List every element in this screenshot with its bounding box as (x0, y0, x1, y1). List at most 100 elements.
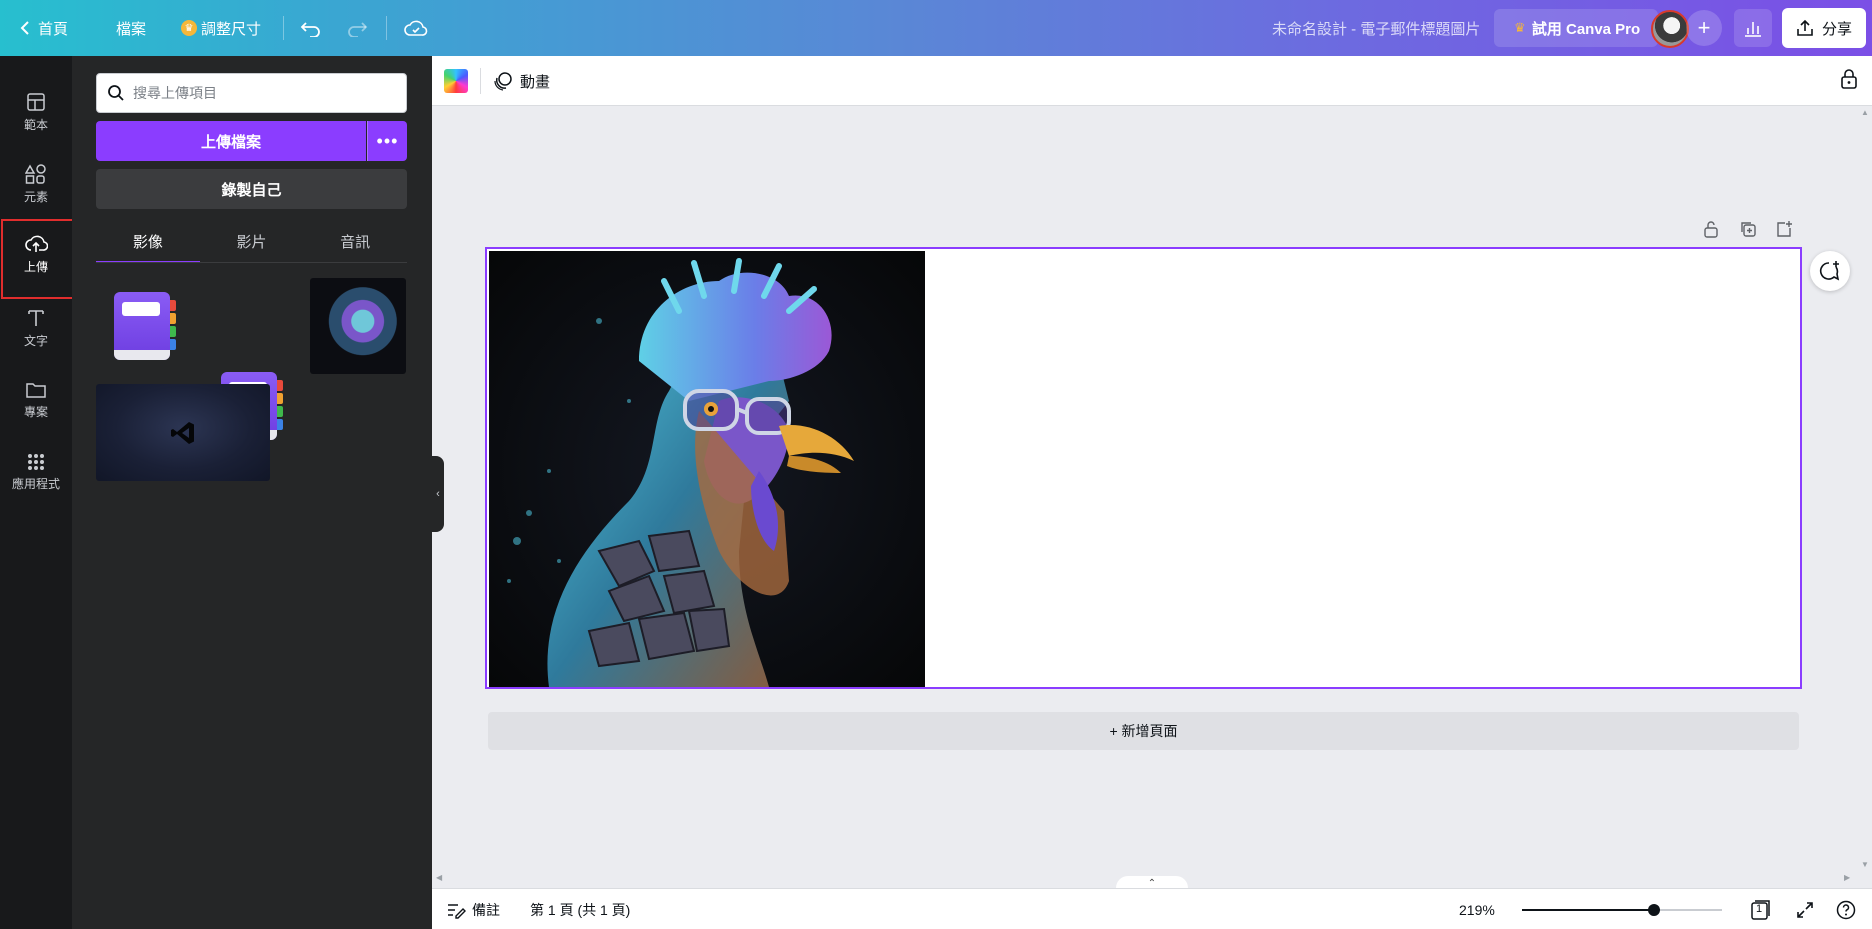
scroll-down-arrow-icon[interactable]: ▼ (1861, 860, 1869, 869)
file-menu[interactable]: 檔案 (116, 0, 146, 56)
zoom-label: 219% (1459, 901, 1495, 918)
editor-toolbar: 動畫 (432, 56, 1872, 106)
upload-thumb-vscode[interactable] (96, 384, 270, 481)
design-page[interactable] (485, 247, 1802, 689)
upload-files-button[interactable]: 上傳檔案 (96, 121, 366, 161)
help-button[interactable] (1836, 889, 1856, 929)
rooster-artwork (489, 251, 925, 687)
add-page-icon-button[interactable] (1775, 220, 1793, 241)
more-dots-icon: ••• (376, 130, 399, 151)
chevron-left-icon: ‹ (436, 488, 440, 500)
home-button[interactable]: 首頁 (20, 0, 68, 56)
template-icon (27, 92, 45, 111)
rail-item-apps[interactable]: 應用程式 (0, 436, 72, 508)
collapse-panel-button[interactable]: ‹ (432, 456, 444, 532)
redo-icon (348, 22, 368, 37)
help-icon (1836, 900, 1856, 919)
tab-videos[interactable]: 影片 (200, 221, 304, 261)
media-tabs: 影像 影片 音訊 (96, 221, 407, 263)
elements-icon (25, 163, 46, 184)
divider (480, 68, 481, 94)
try-pro-button[interactable]: ♛ 試用 Canva Pro (1494, 9, 1658, 47)
undo-button[interactable] (300, 0, 322, 56)
divider (283, 16, 284, 40)
notes-button[interactable]: 備註 (446, 889, 500, 929)
divider (386, 16, 387, 40)
record-yourself-button[interactable]: 錄製自己 (96, 169, 407, 209)
share-label: 分享 (1821, 20, 1852, 38)
rail-label: 元素 (23, 189, 48, 204)
insights-button[interactable] (1734, 9, 1772, 47)
chevron-up-icon: ⌃ (1147, 877, 1157, 889)
try-pro-label: 試用 Canva Pro (1531, 20, 1641, 38)
tab-divider (96, 262, 407, 263)
crown-icon: ♛ (1513, 20, 1526, 35)
page-indicator: 第 1 頁 (共 1 頁) (530, 889, 630, 929)
share-button[interactable]: 分享 (1782, 8, 1866, 48)
rail-item-elements[interactable]: 元素 (0, 148, 72, 220)
lock-page-button[interactable] (1703, 220, 1719, 241)
notes-label: 備註 (472, 901, 500, 918)
plus-icon: + (1697, 15, 1711, 40)
search-box[interactable] (96, 73, 407, 113)
chevron-left-icon (20, 21, 29, 35)
top-bar: 首頁 檔案 ♛ 調整尺寸 未命名設計 - 電子郵件標題圖片 ♛ 試用 Canva… (0, 0, 1872, 56)
animate-icon (494, 72, 512, 91)
tab-audio[interactable]: 音訊 (303, 221, 407, 261)
rail-item-templates[interactable]: 範本 (0, 76, 72, 148)
rail-label: 上傳 (23, 259, 48, 274)
rail-item-text[interactable]: 文字 (0, 292, 72, 364)
rail-item-uploads[interactable]: 上傳 (0, 218, 75, 299)
upload-thumb-book-1[interactable] (108, 286, 180, 366)
zoom-slider-thumb[interactable] (1648, 904, 1660, 916)
add-page-button[interactable]: + 新增頁面 (488, 712, 1799, 750)
home-label: 首頁 (38, 20, 69, 38)
duplicate-page-button[interactable] (1739, 220, 1757, 241)
avatar[interactable] (1651, 10, 1689, 48)
vertical-scrollbar[interactable]: ▲ ▼ (1858, 106, 1872, 876)
redo-button[interactable] (346, 0, 368, 56)
zoom-percentage[interactable]: 219% (1459, 889, 1495, 929)
add-page-icon (1777, 221, 1792, 237)
lock-button[interactable] (1840, 68, 1858, 93)
resize-button[interactable]: ♛ 調整尺寸 (181, 0, 261, 56)
cloud-check-icon (404, 20, 428, 36)
upload-cloud-icon (25, 235, 48, 252)
record-yourself-label: 錄製自己 (221, 181, 282, 199)
notes-icon (448, 903, 466, 919)
tab-images[interactable]: 影像 (96, 221, 200, 263)
design-title[interactable]: 未命名設計 - 電子郵件標題圖片 (1272, 0, 1480, 56)
text-icon (28, 309, 44, 326)
scroll-up-arrow-icon[interactable]: ▲ (1861, 108, 1869, 117)
scroll-right-arrow-icon[interactable]: ▶ (1844, 873, 1850, 882)
add-collaborator-button[interactable]: + (1686, 10, 1722, 46)
fullscreen-button[interactable] (1796, 889, 1814, 929)
file-label: 檔案 (116, 20, 147, 38)
fullscreen-icon (1797, 901, 1813, 918)
uploads-panel: 上傳檔案 ••• 錄製自己 影像 影片 音訊 (72, 56, 432, 929)
upload-files-label: 上傳檔案 (200, 133, 261, 151)
bottom-bar: 備註 第 1 頁 (共 1 頁) 219% 1 (432, 888, 1872, 929)
rail-item-projects[interactable]: 專案 (0, 364, 72, 436)
page-grid-button[interactable]: 1 (1749, 889, 1771, 929)
bar-chart-icon (1745, 22, 1761, 37)
search-icon (108, 85, 124, 101)
rail-label: 專案 (23, 404, 48, 419)
search-input[interactable] (133, 85, 393, 101)
add-comment-button[interactable] (1810, 251, 1850, 291)
animate-button[interactable]: 動畫 (492, 64, 550, 98)
upload-more-options-button[interactable]: ••• (367, 121, 407, 161)
rooster-image[interactable] (489, 251, 925, 687)
page-indicator-text: 第 1 頁 (共 1 頁) (530, 901, 631, 918)
zoom-slider[interactable] (1522, 904, 1722, 916)
upload-thumb-rooster[interactable] (310, 278, 406, 374)
undo-icon (300, 22, 320, 37)
scroll-left-arrow-icon[interactable]: ◀ (436, 873, 442, 882)
resize-label: 調整尺寸 (201, 20, 262, 38)
left-rail: 範本 元素 上傳 文字 專案 應用程式 (0, 56, 75, 929)
folder-icon (26, 382, 46, 398)
color-picker-button[interactable] (444, 69, 468, 93)
duplicate-icon (1741, 222, 1756, 237)
unlock-icon (1704, 221, 1718, 238)
save-status-button[interactable] (404, 0, 428, 56)
